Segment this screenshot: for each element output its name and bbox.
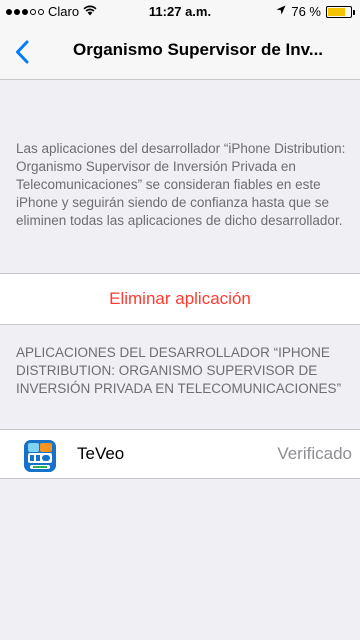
- battery-percent: 76 %: [291, 4, 321, 19]
- page-title: Organismo Supervisor de Inv...: [72, 40, 324, 59]
- status-right: 76 %: [276, 4, 355, 19]
- delete-app-label: Eliminar aplicación: [109, 289, 251, 308]
- screen: Claro 11:27 a.m. 76 % Organismo Supervis…: [0, 0, 360, 640]
- trust-description: Las aplicaciones del desarrollador “iPho…: [16, 141, 346, 228]
- battery-level: [328, 7, 345, 16]
- verification-status: Verificado: [277, 444, 352, 463]
- app-name: TeVeo: [77, 444, 125, 463]
- status-bar: Claro 11:27 a.m. 76 %: [0, 0, 360, 24]
- delete-app-button[interactable]: Eliminar aplicación: [0, 273, 360, 325]
- navigation-bar: Organismo Supervisor de Inv...: [0, 24, 360, 80]
- list-item[interactable]: TeVeo Verificado: [0, 429, 360, 479]
- battery-icon: [326, 5, 355, 18]
- section-header: APLICACIONES DEL DESARROLLADOR “IPHONE D…: [16, 345, 342, 396]
- teveo-app-icon: [24, 440, 56, 472]
- chevron-left-icon[interactable]: [8, 36, 36, 68]
- location-arrow-icon: [276, 5, 286, 18]
